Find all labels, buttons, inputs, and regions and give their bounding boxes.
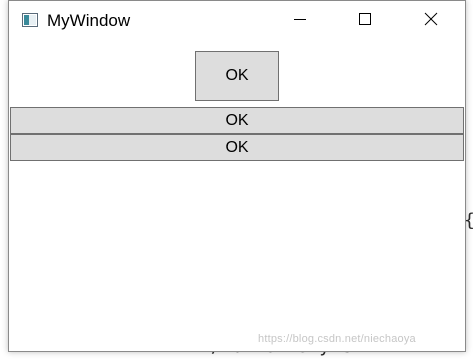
title-bar[interactable]: MyWindow xyxy=(9,1,465,41)
window-app-icon xyxy=(22,13,38,27)
ok-button-center-label: OK xyxy=(225,67,249,84)
ok-button-center[interactable]: OK xyxy=(195,51,279,101)
ok-button-row-1-label: OK xyxy=(225,111,249,129)
watermark-text: https://blog.csdn.net/niechaoya xyxy=(258,333,416,345)
minimize-icon xyxy=(293,12,307,31)
ok-button-row-1[interactable]: OK xyxy=(10,107,464,134)
maximize-button[interactable] xyxy=(342,1,388,41)
ok-button-row-2-label: OK xyxy=(225,138,249,156)
main-window: MyWindow OK OK OK xyxy=(8,0,466,352)
ok-button-row-2[interactable]: OK xyxy=(10,134,464,161)
close-button[interactable] xyxy=(408,1,454,41)
maximize-icon xyxy=(358,12,372,31)
close-icon xyxy=(424,12,438,31)
window-content: OK OK OK xyxy=(9,41,465,351)
minimize-button[interactable] xyxy=(277,1,323,41)
window-title: MyWindow xyxy=(47,11,131,30)
